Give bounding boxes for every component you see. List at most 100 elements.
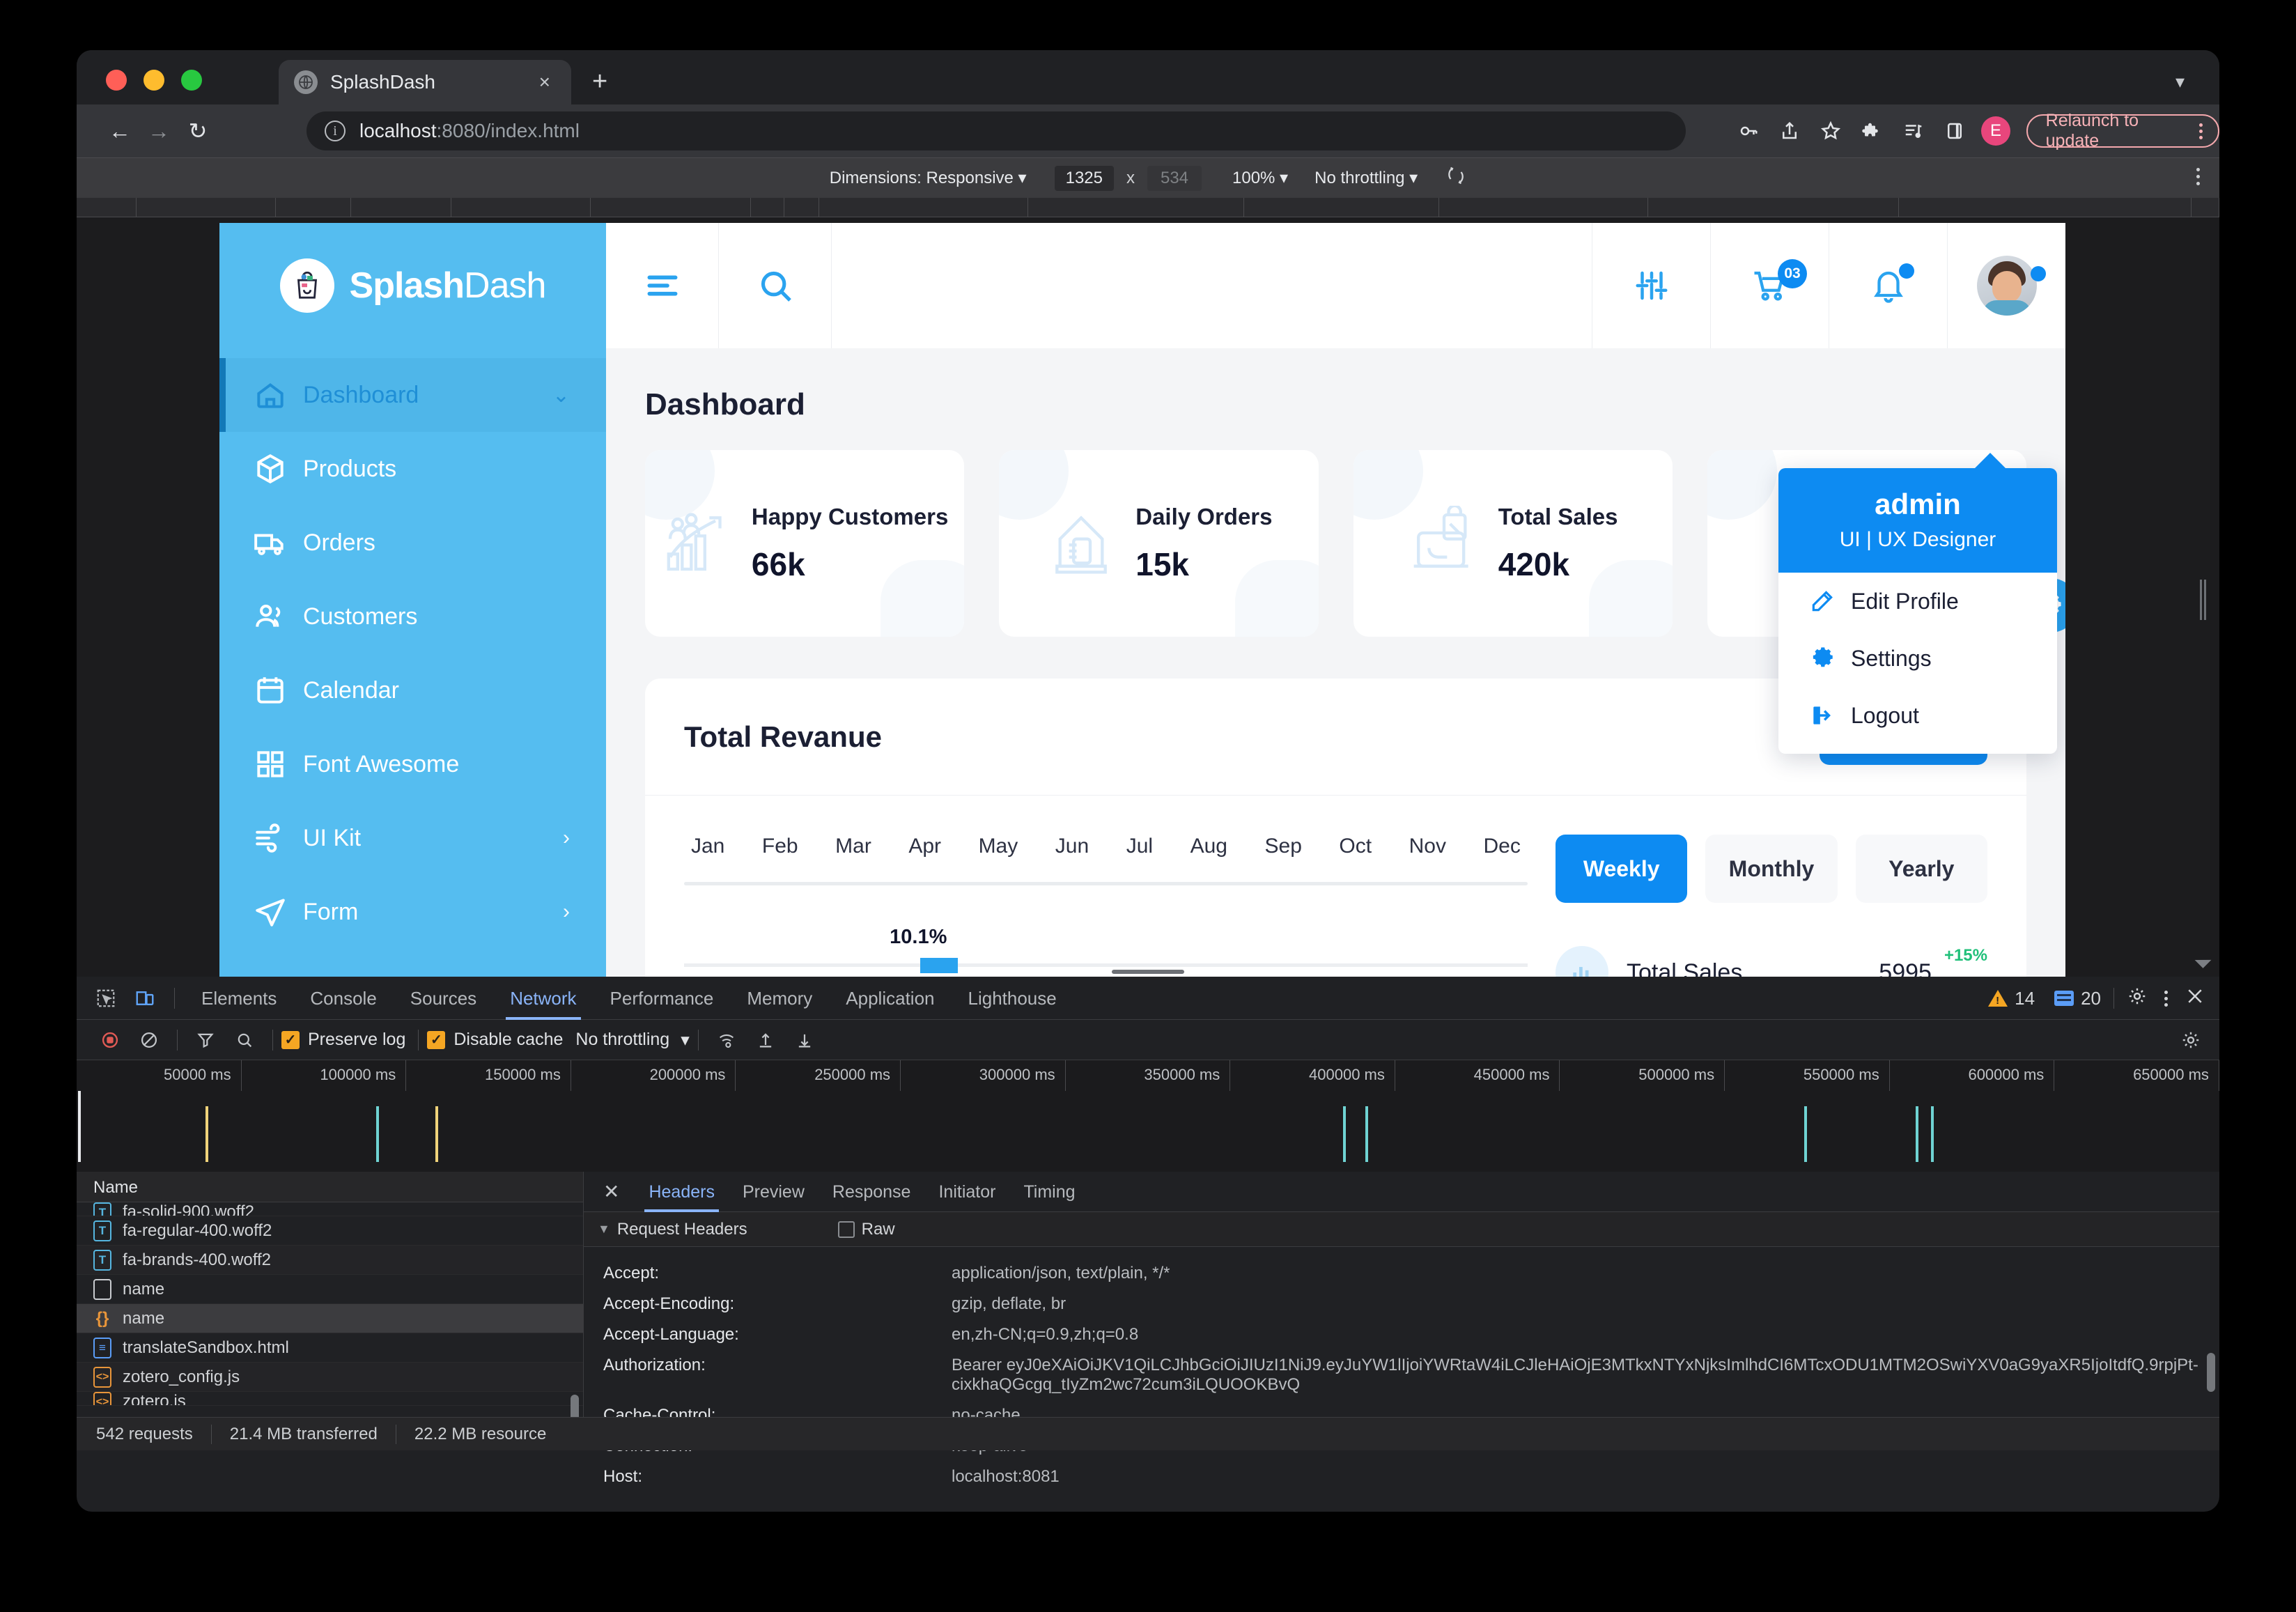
table-row[interactable]: Tfa-regular-400.woff2 — [77, 1216, 583, 1246]
tab-search-chevron-icon[interactable]: ▾ — [2175, 71, 2185, 93]
collapse-arrow-icon[interactable]: ▼ — [598, 1222, 610, 1237]
maximize-window-button[interactable] — [181, 70, 202, 91]
menu-toggle-button[interactable] — [606, 223, 719, 348]
notifications-bell-icon[interactable] — [1829, 223, 1947, 348]
export-har-icon[interactable] — [785, 1020, 824, 1060]
search-icon[interactable] — [719, 223, 832, 348]
table-row[interactable]: Tfa-solid-900.woff2 — [77, 1202, 583, 1216]
stat-card-happy-customers[interactable]: Happy Customers 66k — [645, 450, 964, 637]
menu-item-logout[interactable]: Logout — [1778, 687, 2057, 754]
search-icon[interactable] — [225, 1020, 264, 1060]
import-har-icon[interactable] — [746, 1020, 785, 1060]
network-conditions-icon[interactable] — [707, 1020, 746, 1060]
back-icon[interactable]: ← — [100, 118, 139, 144]
sidebar-item-font-awesome[interactable]: Font Awesome — [219, 727, 606, 801]
forward-icon[interactable]: → — [139, 118, 178, 144]
record-stop-icon[interactable] — [91, 1020, 130, 1060]
new-tab-button[interactable]: + — [592, 70, 607, 93]
share-icon[interactable] — [1769, 104, 1810, 157]
inspect-element-icon[interactable] — [86, 977, 125, 1020]
viewport-height-input[interactable]: 534 — [1147, 166, 1202, 191]
detail-tab-preview[interactable]: Preview — [729, 1172, 819, 1212]
extensions-puzzle-icon[interactable] — [1852, 104, 1893, 157]
throttling-dropdown[interactable]: No throttling▾ — [575, 1030, 689, 1051]
side-panel-icon[interactable] — [1934, 104, 1975, 157]
filters-icon[interactable] — [1592, 223, 1710, 348]
devtools-more-icon[interactable] — [2164, 991, 2168, 1007]
sidebar-item-ui-kit[interactable]: UI Kit › — [219, 801, 606, 875]
clear-icon[interactable] — [130, 1020, 169, 1060]
password-key-icon[interactable] — [1728, 104, 1769, 157]
devtools-tab-lighthouse[interactable]: Lighthouse — [952, 977, 1073, 1020]
sidebar-item-orders[interactable]: Orders — [219, 506, 606, 580]
chevron-right-icon[interactable]: › — [563, 900, 570, 924]
window-controls[interactable] — [106, 70, 202, 91]
cart-icon[interactable]: 03 — [1710, 223, 1829, 348]
close-tab-button[interactable]: × — [534, 71, 556, 93]
viewport-corner-resize-handle[interactable]: ◢ — [2193, 949, 2214, 970]
viewport-resize-handle[interactable] — [2200, 580, 2207, 620]
column-header-name[interactable]: Name — [77, 1172, 583, 1202]
menu-item-edit-profile[interactable]: Edit Profile — [1778, 573, 2057, 630]
viewport-width-input[interactable]: 1325 — [1055, 166, 1114, 191]
devtools-tab-sources[interactable]: Sources — [394, 977, 493, 1020]
address-bar[interactable]: i localhost:8080/index.html — [307, 111, 1686, 150]
chevron-down-icon[interactable]: ⌄ — [552, 383, 570, 408]
devtools-tab-network[interactable]: Network — [493, 977, 593, 1020]
devtools-settings-gear-icon[interactable] — [2127, 986, 2148, 1012]
table-row[interactable]: Tfa-brands-400.woff2 — [77, 1246, 583, 1275]
devtools-drag-handle[interactable] — [1112, 970, 1184, 974]
detail-tab-headers[interactable]: Headers — [635, 1172, 729, 1212]
user-avatar[interactable] — [1947, 223, 2065, 348]
table-row[interactable]: ≡translateSandbox.html — [77, 1333, 583, 1363]
sidebar-item-calendar[interactable]: Calendar — [219, 653, 606, 727]
app-logo[interactable]: SplashDash — [219, 223, 606, 348]
close-window-button[interactable] — [106, 70, 127, 91]
filter-icon[interactable] — [186, 1020, 225, 1060]
relaunch-to-update-button[interactable]: Relaunch to update — [2026, 114, 2219, 148]
devtools-tab-elements[interactable]: Elements — [185, 977, 293, 1020]
detail-tab-response[interactable]: Response — [819, 1172, 925, 1212]
sidebar-item-form[interactable]: Form › — [219, 875, 606, 949]
network-overview-timeline[interactable]: 50000 ms 100000 ms 150000 ms 200000 ms 2… — [77, 1060, 2219, 1172]
period-monthly-button[interactable]: Monthly — [1705, 835, 1837, 903]
minimize-window-button[interactable] — [144, 70, 164, 91]
request-headers-section[interactable]: ▼ Request Headers Raw — [584, 1212, 2219, 1247]
sidebar-item-customers[interactable]: Customers — [219, 580, 606, 653]
reload-icon[interactable]: ↻ — [178, 118, 217, 144]
message-count[interactable]: 20 — [2054, 988, 2101, 1009]
table-row-selected[interactable]: {}name — [77, 1304, 583, 1333]
period-yearly-button[interactable]: Yearly — [1856, 835, 1987, 903]
preserve-log-checkbox[interactable]: ✓Preserve log — [281, 1030, 405, 1050]
stat-card-total-sales[interactable]: Total Sales 420k — [1353, 450, 1673, 637]
detail-tab-timing[interactable]: Timing — [1009, 1172, 1089, 1212]
raw-checkbox[interactable] — [838, 1221, 855, 1238]
zoom-dropdown[interactable]: 100% ▾ — [1232, 168, 1288, 188]
table-row[interactable]: name — [77, 1275, 583, 1304]
bookmark-star-icon[interactable] — [1810, 104, 1851, 157]
profile-avatar[interactable]: E — [1975, 104, 2016, 157]
device-toolbar-toggle-icon[interactable] — [125, 977, 164, 1020]
sidebar-item-dashboard[interactable]: Dashboard ⌄ — [219, 358, 606, 432]
dimensions-dropdown[interactable]: Dimensions: Responsive ▾ — [830, 168, 1027, 188]
devtools-tab-application[interactable]: Application — [829, 977, 951, 1020]
more-menu-icon[interactable] — [2199, 123, 2203, 139]
chevron-right-icon[interactable]: › — [563, 826, 570, 850]
devtools-tab-performance[interactable]: Performance — [594, 977, 731, 1020]
stat-card-daily-orders[interactable]: Daily Orders 15k — [999, 450, 1318, 637]
browser-tab[interactable]: SplashDash × — [279, 60, 571, 104]
sidebar-item-products[interactable]: Products — [219, 432, 606, 506]
menu-item-settings[interactable]: Settings — [1778, 630, 2057, 687]
table-row[interactable]: <>zotero.js — [77, 1392, 583, 1406]
devtools-tab-console[interactable]: Console — [293, 977, 393, 1020]
devtools-tab-memory[interactable]: Memory — [730, 977, 829, 1020]
table-row[interactable]: <>zotero_config.js — [77, 1363, 583, 1392]
site-info-icon[interactable]: i — [325, 121, 346, 141]
media-list-icon[interactable] — [1893, 104, 1934, 157]
detail-tab-initiator[interactable]: Initiator — [924, 1172, 1009, 1212]
warning-count[interactable]: !14 — [1988, 988, 2035, 1009]
device-toolbar-more-icon[interactable] — [2196, 168, 2200, 185]
close-detail-icon[interactable]: ✕ — [603, 1180, 619, 1203]
disable-cache-checkbox[interactable]: ✓Disable cache — [427, 1030, 563, 1050]
rotate-icon[interactable] — [1445, 165, 1466, 191]
